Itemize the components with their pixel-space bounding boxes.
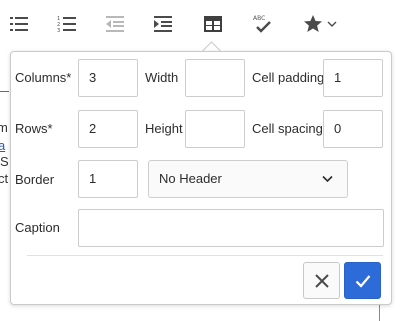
spellcheck-button[interactable]: ABC [248,10,276,38]
close-icon [314,273,329,288]
editor-text-fragment: ct [0,171,9,186]
caption-label: Caption [15,220,60,235]
table-properties-popover: Columns* 3 Width Cell padding 1 Rows* 2 … [10,51,392,305]
outdent-button[interactable] [101,10,129,38]
cell-spacing-input[interactable]: 0 [323,110,383,148]
indent-icon [154,16,172,32]
columns-label: Columns* [15,70,72,85]
rich-text-toolbar: 1 2 3 ABC [0,0,403,48]
cell-spacing-label: Cell spacing [252,121,323,136]
editor-border-edge [379,303,380,321]
bulleted-list-icon [10,17,28,31]
cancel-button[interactable] [303,262,340,299]
svg-text:3: 3 [57,28,60,33]
columns-input[interactable]: 3 [78,59,138,97]
indent-button[interactable] [149,10,177,38]
table-button[interactable] [199,10,227,38]
chevron-down-icon [322,175,333,183]
chevron-down-icon [327,21,337,27]
numbered-list-icon: 1 2 3 [57,16,76,33]
width-input[interactable] [185,59,245,97]
bulleted-list-button[interactable] [5,10,33,38]
width-label: Width [145,70,179,85]
caption-input[interactable] [78,209,384,247]
editor-field-edge [0,91,9,92]
border-label: Border [15,172,55,187]
spellcheck-icon: ABC [253,15,271,33]
header-select[interactable]: No Header [148,160,348,198]
spellcheck-label: ABC [253,15,265,22]
dialog-divider [27,255,383,256]
outdent-icon [106,16,124,32]
checkmark-icon [355,274,370,288]
numbered-list-button[interactable]: 1 2 3 [53,10,81,38]
rows-input[interactable]: 2 [78,110,138,148]
editor-link-fragment[interactable]: a [0,138,5,153]
more-styles-button[interactable] [298,10,342,38]
height-label: Height [145,121,183,136]
editor-text-fragment: m [0,120,8,135]
height-input[interactable] [185,110,245,148]
cell-padding-label: Cell padding [252,70,325,85]
star-icon [304,15,322,32]
rows-label: Rows* [15,121,53,136]
table-icon [204,16,222,32]
header-select-value: No Header [159,171,222,186]
border-input[interactable]: 1 [78,160,138,198]
cell-padding-input[interactable]: 1 [323,59,383,97]
confirm-button[interactable] [344,262,381,299]
editor-text-fragment: S [0,154,9,169]
